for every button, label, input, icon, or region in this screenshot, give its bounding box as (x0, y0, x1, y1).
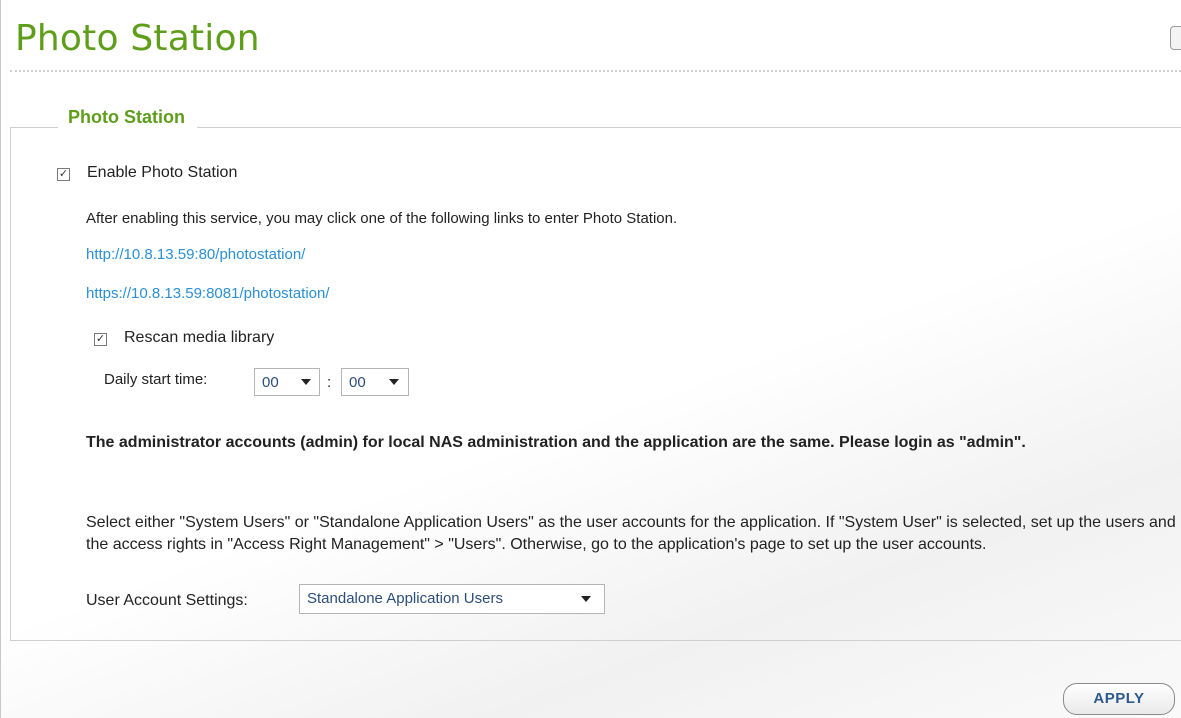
https-photostation-link[interactable]: https://10.8.13.59:8081/photostation/ (86, 285, 330, 302)
chevron-down-icon (581, 596, 591, 602)
title-divider (10, 70, 1181, 72)
user-account-settings-select[interactable]: Standalone Application Users (299, 584, 605, 614)
rescan-media-label: Rescan media library (124, 329, 275, 346)
enable-photo-station-label: Enable Photo Station (87, 164, 238, 181)
start-minute-value: 00 (349, 374, 366, 391)
enable-description: After enabling this service, you may cli… (86, 210, 678, 227)
user-account-settings-label: User Account Settings: (86, 592, 248, 609)
enable-photo-station-checkbox[interactable]: ✓ (57, 168, 70, 181)
admin-account-note: The administrator accounts (admin) for l… (86, 434, 1026, 451)
chevron-down-icon (389, 379, 399, 385)
time-separator: : (327, 374, 332, 391)
user-account-settings-value: Standalone Application Users (307, 590, 503, 607)
section-legend: Photo Station (58, 107, 197, 128)
rescan-media-checkbox[interactable]: ✓ (94, 333, 107, 346)
http-photostation-link[interactable]: http://10.8.13.59:80/photostation/ (86, 246, 305, 263)
window-control-button[interactable] (1170, 26, 1181, 50)
apply-button[interactable]: APPLY (1063, 683, 1175, 715)
user-accounts-description: Select either "System Users" or "Standal… (86, 514, 1176, 553)
start-minute-select[interactable]: 00 (341, 368, 409, 396)
start-hour-select[interactable]: 00 (254, 368, 320, 396)
daily-start-time-label: Daily start time: (104, 371, 208, 388)
start-hour-value: 00 (262, 374, 279, 391)
chevron-down-icon (301, 379, 311, 385)
page-title: Photo Station (15, 18, 260, 59)
